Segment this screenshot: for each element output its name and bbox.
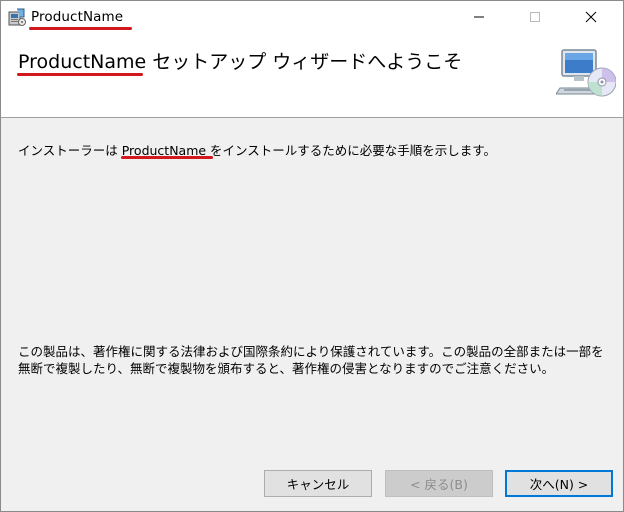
maximize-icon xyxy=(530,11,540,22)
copyright-notice: この製品は、著作権に関する法律および国際条約により保護されています。この製品の全… xyxy=(18,344,604,376)
wizard-title-product: ProductName xyxy=(18,51,147,73)
intro-text: インストーラーは ProductName をインストールするために必要な手順を示… xyxy=(18,140,496,159)
window-title: ProductName xyxy=(31,9,124,25)
installer-app-icon xyxy=(8,8,26,26)
cancel-button[interactable]: キャンセル xyxy=(264,470,372,497)
minimize-icon xyxy=(474,16,484,17)
back-button[interactable]: < 戻る(B) xyxy=(385,470,493,497)
wizard-title-rest: セットアップ ウィザードへようこそ xyxy=(146,51,463,73)
wizard-title: ProductName セットアップ ウィザードへようこそ xyxy=(18,47,462,74)
intro-text-before: インストーラーは xyxy=(18,143,122,158)
wizard-header: ProductName セットアップ ウィザードへようこそ xyxy=(1,32,623,118)
installer-window: ProductName ProductName セットアップ ウィザードへようこ… xyxy=(0,0,624,512)
computer-cd-icon xyxy=(556,49,616,97)
header-annotation-underline xyxy=(17,73,143,76)
close-icon xyxy=(585,11,597,22)
intro-text-after: をインストールするために必要な手順を示します。 xyxy=(206,143,497,158)
intro-annotation-underline xyxy=(121,156,213,159)
title-bar[interactable]: ProductName xyxy=(1,1,623,32)
minimize-button[interactable] xyxy=(456,1,502,32)
title-annotation-underline xyxy=(29,27,132,30)
maximize-button[interactable] xyxy=(512,1,558,32)
next-button[interactable]: 次へ(N) > xyxy=(505,470,613,497)
close-button[interactable] xyxy=(568,1,614,32)
